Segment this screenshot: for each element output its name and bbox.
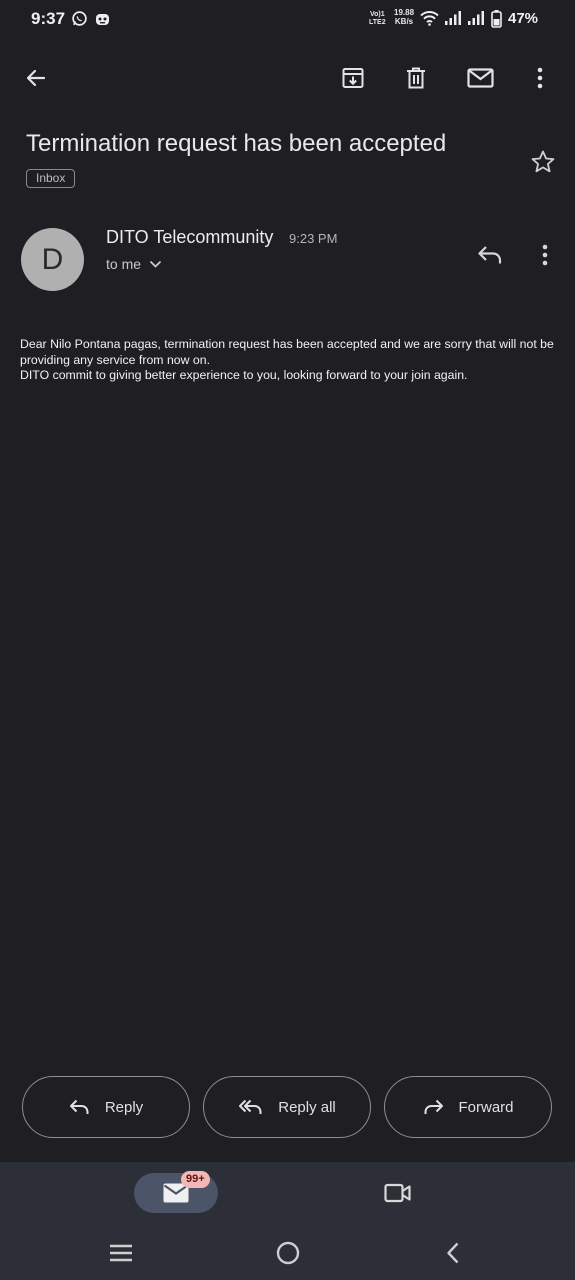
network-speed: 19.88 KB/s bbox=[394, 8, 415, 26]
delete-button[interactable] bbox=[398, 60, 434, 96]
whatsapp-icon bbox=[71, 10, 88, 27]
back-arrow-icon bbox=[24, 66, 48, 90]
star-icon bbox=[530, 149, 556, 175]
reply-icon-button[interactable] bbox=[472, 237, 508, 273]
unread-count-badge: 99+ bbox=[181, 1171, 210, 1188]
reply-icon bbox=[69, 1098, 91, 1116]
forward-button-label: Forward bbox=[458, 1098, 514, 1116]
mark-unread-button[interactable] bbox=[461, 60, 499, 96]
signal-2-icon bbox=[467, 10, 485, 26]
home-icon bbox=[276, 1241, 300, 1265]
reply-button[interactable]: Reply bbox=[22, 1076, 190, 1138]
email-body-paragraph: DITO commit to giving better experience … bbox=[20, 368, 468, 382]
send-time: 9:23 PM bbox=[289, 231, 338, 246]
message-more-button[interactable] bbox=[528, 237, 562, 273]
more-vert-icon bbox=[537, 67, 543, 89]
status-time: 9:37 bbox=[31, 9, 66, 28]
more-vert-icon bbox=[542, 244, 548, 266]
reply-icon bbox=[477, 244, 503, 266]
chevron-down-icon bbox=[149, 260, 162, 268]
inbox-label-chip[interactable]: Inbox bbox=[26, 169, 76, 188]
system-home-button[interactable] bbox=[270, 1235, 306, 1271]
forward-button[interactable]: Forward bbox=[384, 1076, 552, 1138]
archive-button[interactable] bbox=[335, 60, 371, 96]
back-icon bbox=[446, 1242, 460, 1264]
forward-icon bbox=[422, 1098, 444, 1116]
network-type-tag: Vo)1 LTE2 bbox=[369, 11, 386, 26]
recipient-details-toggle[interactable]: to me bbox=[106, 256, 162, 272]
signal-1-icon bbox=[444, 10, 462, 26]
star-button[interactable] bbox=[526, 145, 560, 179]
meet-video-icon bbox=[384, 1183, 412, 1203]
recipient-label: to me bbox=[106, 256, 142, 272]
wifi-icon bbox=[420, 10, 439, 26]
delete-icon bbox=[405, 66, 427, 90]
sender-avatar[interactable]: D bbox=[21, 228, 84, 291]
more-options-button[interactable] bbox=[522, 60, 558, 96]
reply-all-button-label: Reply all bbox=[278, 1098, 336, 1116]
recents-icon bbox=[109, 1244, 133, 1262]
system-back-button[interactable] bbox=[436, 1236, 470, 1270]
email-subject: Termination request has been accepted bbox=[26, 130, 447, 157]
mark-unread-icon bbox=[466, 68, 494, 88]
system-recents-button[interactable] bbox=[104, 1236, 138, 1270]
battery-icon bbox=[491, 10, 502, 28]
email-body: Dear Nilo Pontana pagas, termination req… bbox=[20, 337, 560, 384]
status-bar: 9:37 Vo)1 LTE2 19.88 KB/s 47% bbox=[0, 0, 575, 38]
sender-name[interactable]: DITO Telecommunity bbox=[106, 227, 273, 248]
email-body-paragraph: Dear Nilo Pontana pagas, termination req… bbox=[20, 337, 554, 367]
reply-all-button[interactable]: Reply all bbox=[203, 1076, 371, 1138]
reply-all-icon bbox=[238, 1098, 264, 1116]
nav-meet-tab[interactable] bbox=[380, 1176, 416, 1210]
back-button[interactable] bbox=[18, 60, 54, 96]
archive-icon bbox=[341, 66, 365, 90]
notification-app-icon bbox=[95, 12, 110, 26]
reply-button-label: Reply bbox=[104, 1098, 144, 1116]
battery-percent: 47% bbox=[508, 10, 539, 27]
